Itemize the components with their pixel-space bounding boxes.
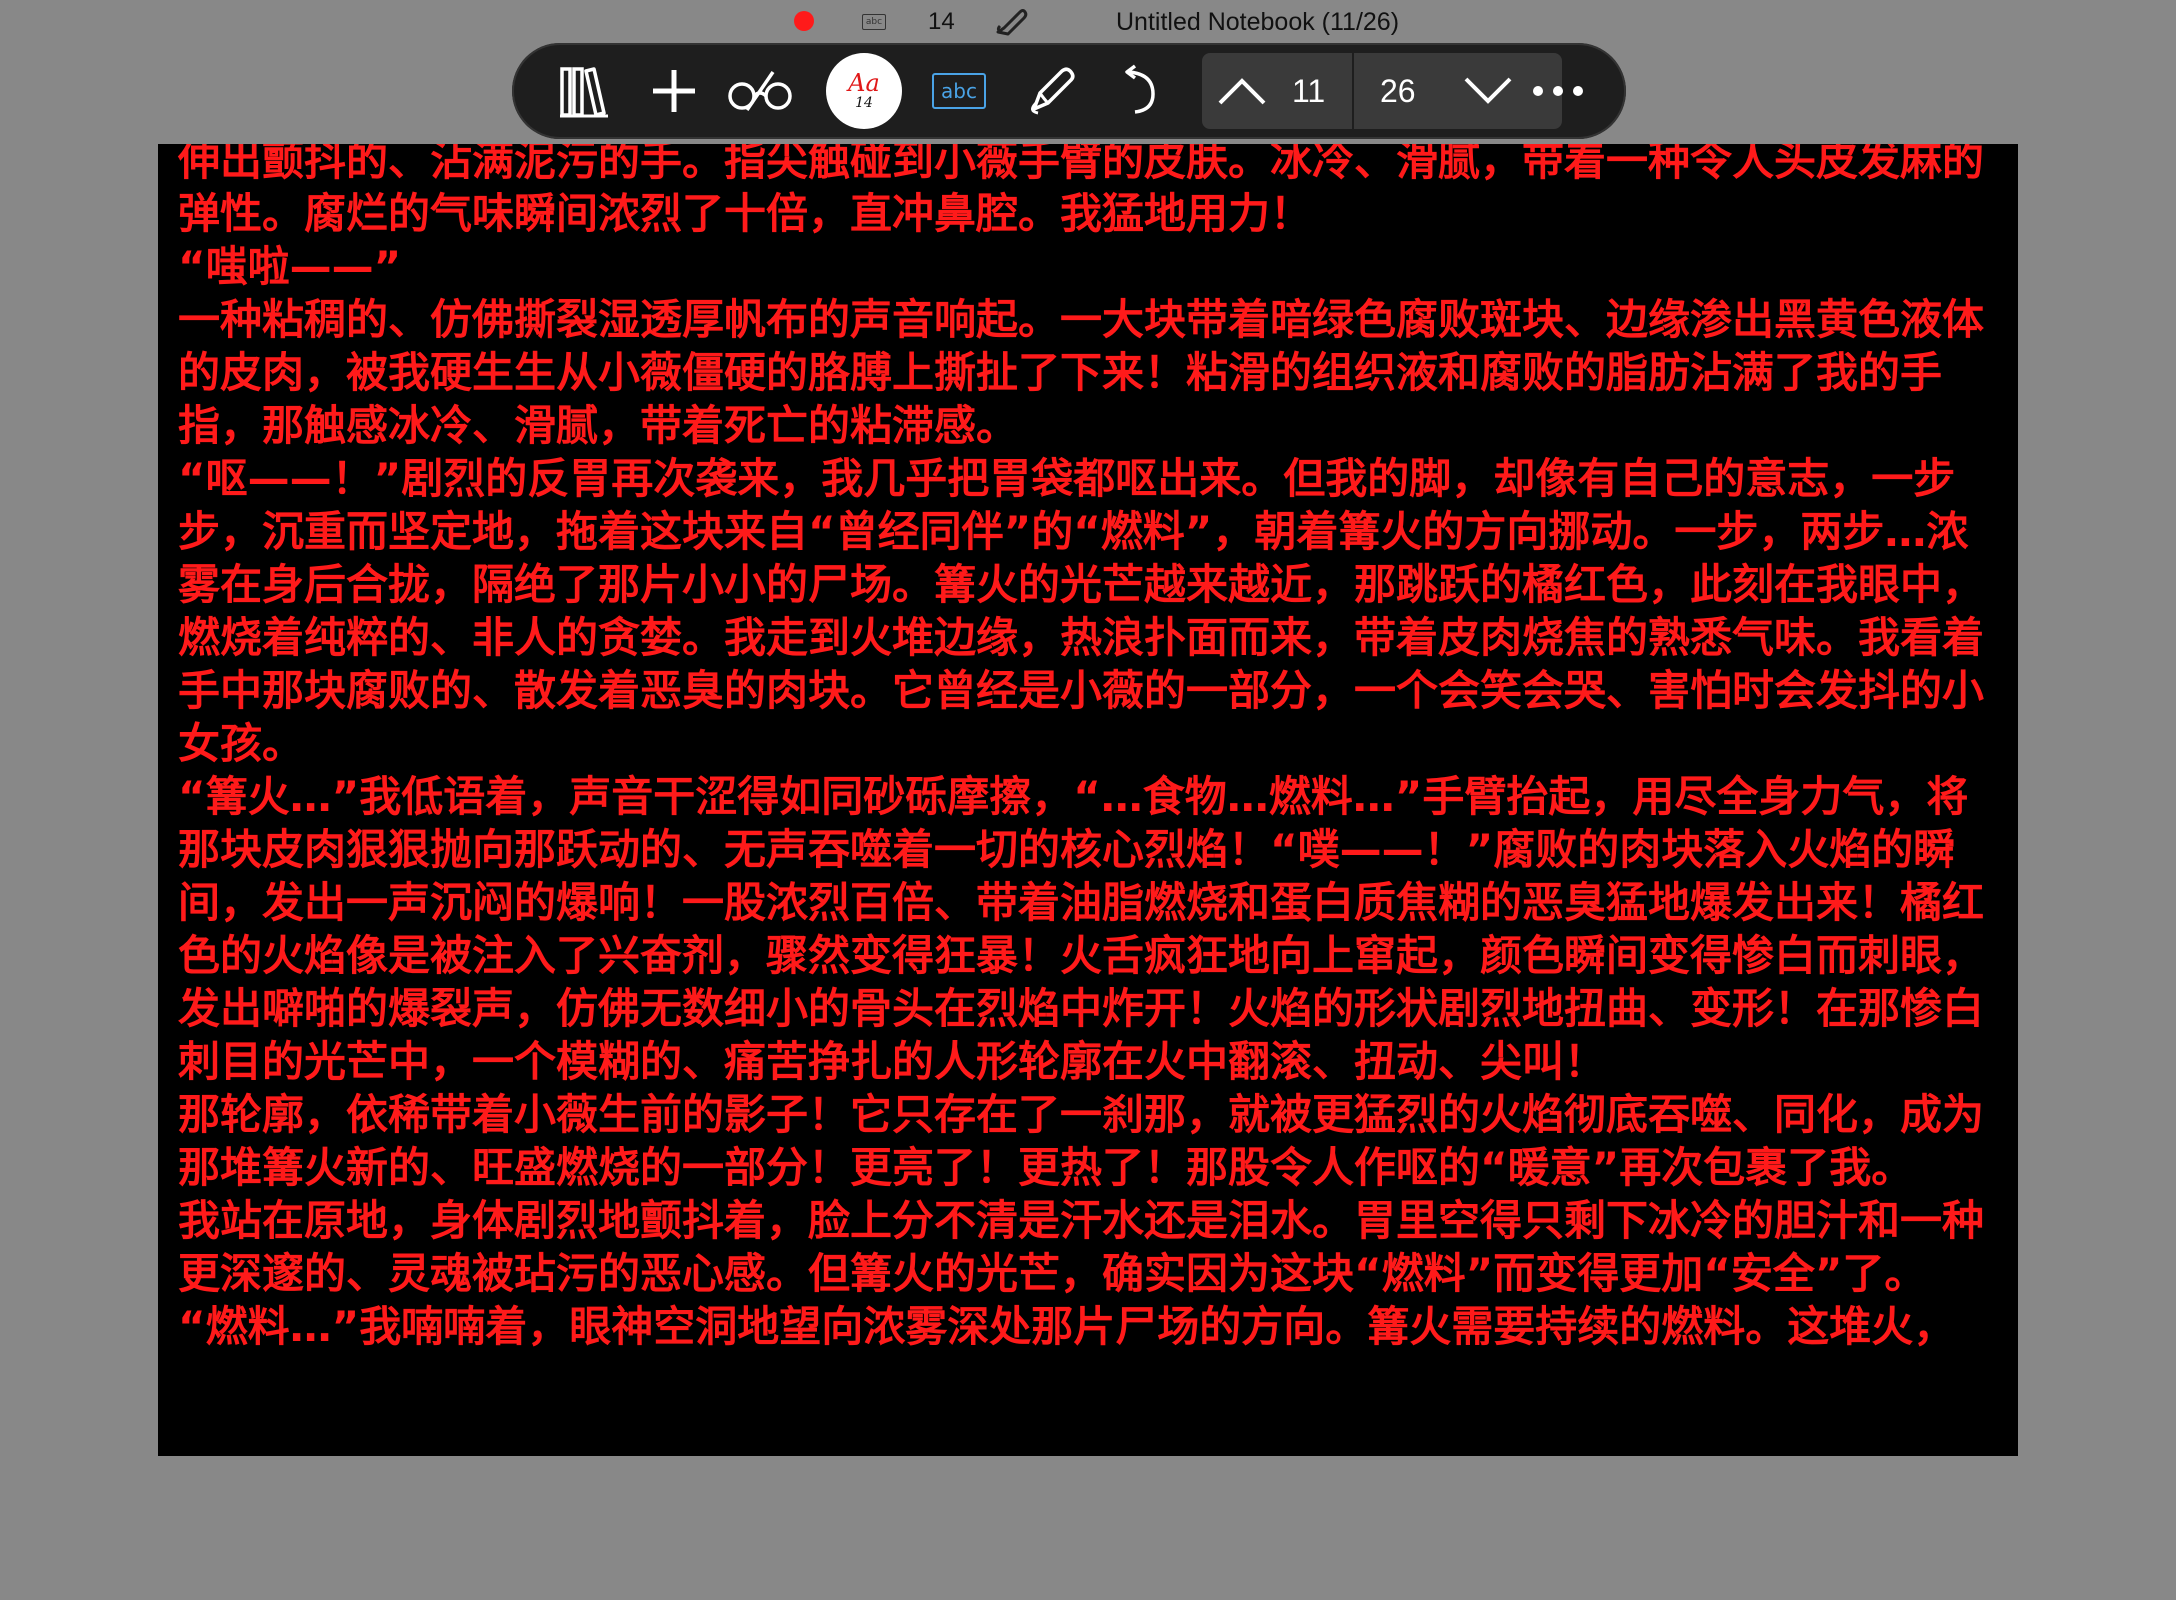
total-page-number: 26 [1380, 73, 1416, 109]
undo-button[interactable] [1102, 55, 1174, 127]
status-bar: abc 14 Untitled Notebook (11/26) [0, 0, 2176, 44]
paragraph: 那轮廓，依稀带着小薇生前的影子！它只存在了一刹那，就被更猛烈的火焰彻底吞噬、同化… [178, 1090, 1985, 1192]
chevron-down-icon [1464, 77, 1512, 104]
undo-icon [1125, 64, 1155, 114]
paragraph: 伸出颤抖的、沾满泥污的手。指尖触碰到小薇手臂的皮肤。冰冷、滑腻，带着一种令人头皮… [178, 144, 1985, 238]
reading-page[interactable]: 伸出颤抖的、沾满泥污的手。指尖触碰到小薇手臂的皮肤。冰冷、滑腻，带着一种令人头皮… [158, 144, 2018, 1456]
reader-toolbar: Aa 14 abc 11 26 [512, 43, 1626, 139]
paragraph: “燃料…”我喃喃着，眼神空洞地望向浓雾深处那片尸场的方向。篝火需要持续的燃料。这… [178, 1302, 1956, 1351]
mini-font-size: 14 [928, 8, 955, 35]
record-indicator-icon[interactable] [794, 11, 814, 31]
glasses-icon [728, 71, 792, 111]
books-icon [560, 67, 608, 118]
text-box-button[interactable]: abc [932, 73, 986, 109]
more-icon [1533, 86, 1583, 96]
mini-text-icon: abc [862, 14, 886, 30]
document-title: Untitled Notebook (11/26) [1116, 8, 1400, 36]
more-button[interactable] [1522, 55, 1594, 127]
library-button[interactable] [548, 55, 620, 127]
current-page-number[interactable]: 11 [1292, 73, 1325, 110]
paragraph: “呕——！”剧烈的反胃再次袭来，我几乎把胃袋都呕出来。但我的脚，却像有自己的意志… [178, 454, 1985, 768]
pen-button[interactable] [1016, 55, 1088, 127]
paragraph: “篝火…”我低语着，声音干涩得如同砂砾摩擦，“…食物…燃料…”手臂抬起，用尽全身… [178, 772, 1985, 1086]
font-style-label: Aa [848, 69, 880, 97]
chevron-up-icon [1218, 78, 1266, 105]
paragraph: 我站在原地，身体剧烈地颤抖着，脸上分不清是汗水还是泪水。胃里空得只剩下冰冷的胆汁… [178, 1196, 1985, 1298]
paragraph: “嗤啦——” [178, 242, 402, 291]
paragraph: 一种粘稠的、仿佛撕裂湿透厚帆布的声音响起。一大块带着暗绿色腐败斑块、边缘渗出黑黄… [178, 295, 1985, 450]
font-settings-button[interactable]: Aa 14 [826, 53, 902, 129]
page-navigator: 11 26 [1202, 53, 1562, 129]
previous-page-button[interactable] [1212, 61, 1272, 121]
plus-icon [653, 70, 695, 112]
mini-pen-icon [996, 9, 1028, 36]
next-page-button[interactable] [1458, 61, 1518, 121]
add-button[interactable] [638, 55, 710, 127]
pager-divider [1352, 53, 1354, 129]
font-size-label: 14 [855, 95, 873, 111]
pen-icon [1031, 67, 1075, 115]
reading-mode-button[interactable] [724, 55, 796, 127]
